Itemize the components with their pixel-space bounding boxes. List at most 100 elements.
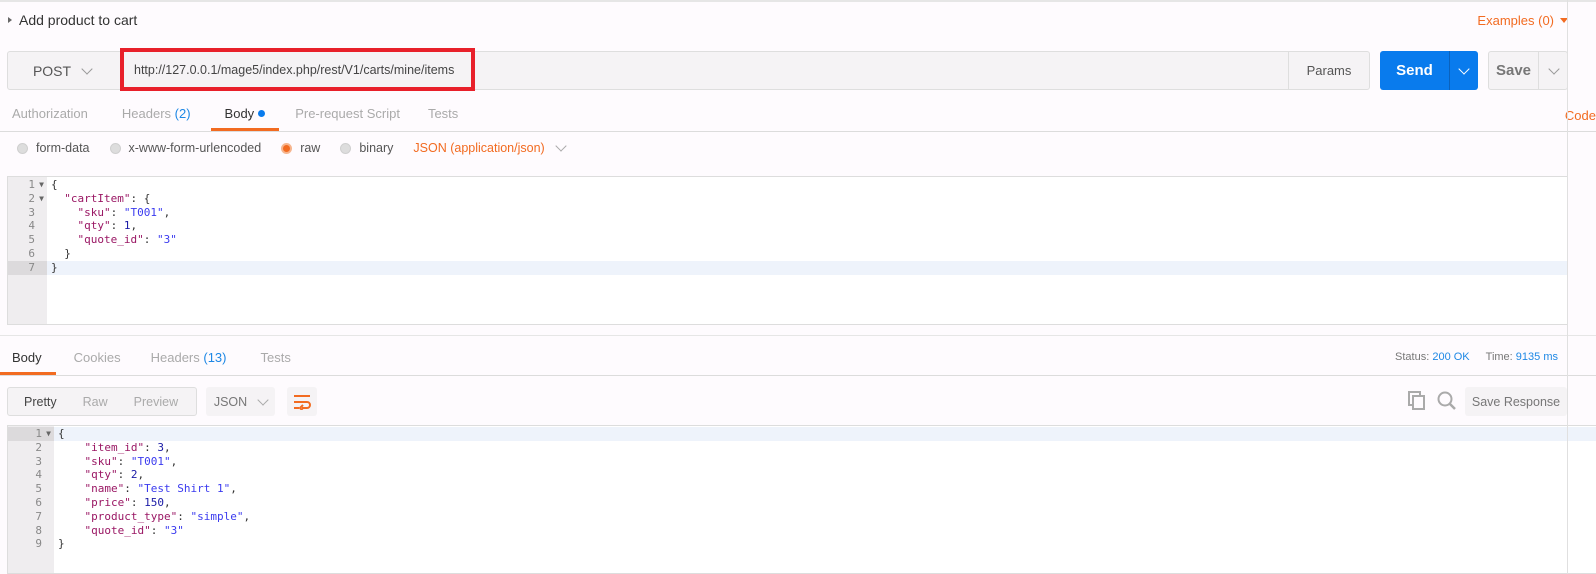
- json-punct: : {: [130, 191, 151, 205]
- json-number: 3: [157, 440, 164, 454]
- format-select[interactable]: JSON: [206, 387, 275, 416]
- tab-cookies[interactable]: Cookies: [56, 344, 135, 375]
- line-number: 1 ▼: [28, 178, 44, 192]
- code-lines: 1 ▼{2 "item_id": 3, 3 "sku": "T001", 4 "qty…: [8, 426, 1596, 551]
- save-response-button[interactable]: Save Response: [1465, 387, 1567, 416]
- json-punct: ,: [163, 495, 171, 509]
- tab-response-headers[interactable]: Headers (13): [135, 344, 241, 375]
- json-punct: [58, 524, 85, 537]
- content-type-select[interactable]: JSON (application/json): [413, 140, 567, 155]
- json-punct: ,: [230, 482, 237, 496]
- radio-label: form-data: [36, 141, 90, 155]
- time-value[interactable]: 9135 ms: [1516, 351, 1558, 363]
- request-body-editor[interactable]: 1 ▼{2 ▼ "cartItem": {3 "sku": "T001", 4 "qt…: [7, 176, 1568, 325]
- line-text: "price": 150,: [58, 496, 171, 510]
- radio-label: binary: [359, 141, 394, 155]
- tab-label: Headers: [150, 350, 200, 365]
- code-link[interactable]: Code: [1565, 108, 1596, 123]
- code-line: 8 "quote_id": "3": [8, 524, 1596, 538]
- time: Time: 9135 ms: [1486, 351, 1558, 363]
- line-number: 6: [35, 495, 42, 509]
- radio-circle: [109, 142, 121, 154]
- chevron-down-icon: [555, 140, 567, 152]
- code-line: 4 "qty": 2,: [8, 468, 1596, 482]
- json-key: "name": [84, 482, 125, 496]
- copy-button[interactable]: [1408, 391, 1426, 414]
- examples-dropdown[interactable]: Examples (0): [1477, 13, 1568, 28]
- code-line: 7}: [8, 260, 1567, 275]
- tab-label: Authorization: [12, 106, 88, 121]
- json-key: "item_id": [84, 440, 145, 454]
- json-key: "product_type": [84, 509, 178, 523]
- line-text: "quote_id": "3": [58, 524, 184, 538]
- json-punct: [58, 455, 85, 468]
- divider: [0, 375, 1596, 376]
- json-punct: {: [51, 178, 58, 191]
- response-body-viewer[interactable]: 1 ▼{2 "item_id": 3, 3 "sku": "T001", 4 "qty…: [7, 425, 1596, 574]
- json-number: 2: [130, 468, 138, 482]
- status-label: Status:: [1395, 351, 1430, 363]
- headers-count: (2): [174, 106, 191, 121]
- json-string: "T001": [130, 454, 171, 468]
- json-punct: }: [51, 260, 58, 274]
- tab-response-tests[interactable]: Tests: [241, 344, 305, 375]
- line-text: "sku": "T001",: [51, 205, 171, 220]
- headers-count: (13): [203, 350, 227, 365]
- tab-tests[interactable]: Tests: [416, 101, 474, 131]
- tab-pre-request-script[interactable]: Pre-request Script: [279, 101, 416, 131]
- radio-x-www-form-urlencoded[interactable]: x-www-form-urlencoded: [109, 141, 261, 155]
- tab-authorization[interactable]: Authorization: [0, 101, 104, 131]
- json-punct: :: [177, 509, 191, 523]
- search-button[interactable]: [1437, 391, 1457, 414]
- json-string: "simple": [190, 509, 244, 523]
- json-string: "T001": [123, 205, 164, 219]
- tab-body[interactable]: Body: [210, 101, 280, 131]
- json-punct: {: [58, 427, 65, 440]
- json-punct: [58, 441, 85, 454]
- send-button-group: Send: [1380, 51, 1478, 90]
- request-title[interactable]: Add product to cart: [8, 12, 137, 28]
- panel-edge: [1567, 0, 1568, 574]
- line-text: "name": "Test Shirt 1",: [58, 482, 237, 496]
- line-number: 5: [35, 482, 42, 496]
- radio-raw[interactable]: raw: [281, 141, 320, 155]
- fold-arrow-icon[interactable]: ▼: [46, 427, 51, 441]
- json-punct: :: [110, 205, 124, 219]
- send-options-button[interactable]: [1449, 51, 1478, 90]
- method-select[interactable]: POST: [8, 52, 116, 89]
- tab-label: Cookies: [73, 350, 121, 365]
- tab-response-body[interactable]: Body: [0, 344, 56, 375]
- save-button[interactable]: Save: [1489, 52, 1538, 89]
- url-input[interactable]: http://127.0.0.1/mage5/index.php/rest/V1…: [120, 48, 475, 91]
- code-line: 6 "price": 150,: [8, 496, 1596, 510]
- wrap-lines-button[interactable]: [287, 387, 317, 416]
- line-number: 4: [35, 468, 42, 482]
- line-text: {: [51, 178, 58, 192]
- send-button[interactable]: Send: [1380, 51, 1449, 90]
- json-key: "quote_id": [84, 523, 151, 537]
- save-button-group: Save: [1488, 51, 1568, 90]
- status-value[interactable]: 200 OK: [1432, 351, 1469, 363]
- fold-arrow-icon[interactable]: ▼: [39, 192, 44, 206]
- view-raw[interactable]: Raw: [70, 395, 121, 409]
- chevron-down-icon: [1547, 62, 1560, 75]
- wrap-icon: [294, 394, 311, 410]
- radio-form-data[interactable]: form-data: [17, 141, 90, 155]
- tab-label: Tests: [427, 106, 459, 121]
- json-punct: :: [144, 440, 158, 454]
- fold-arrow-icon[interactable]: ▼: [39, 178, 44, 192]
- json-key: "sku": [77, 205, 111, 219]
- json-key: "qty": [77, 219, 111, 233]
- view-preview[interactable]: Preview: [121, 395, 191, 409]
- json-key: "quote_id": [77, 233, 144, 247]
- save-options-button[interactable]: [1538, 52, 1568, 89]
- tab-headers[interactable]: Headers (2): [104, 101, 207, 131]
- params-button[interactable]: Params: [1288, 52, 1369, 89]
- radio-binary[interactable]: binary: [340, 141, 393, 155]
- json-punct: [51, 206, 78, 219]
- line-text: "cartItem": {: [51, 192, 150, 206]
- body-mode-radios: form-data x-www-form-urlencoded raw bina…: [17, 140, 567, 155]
- line-number: 2 ▼: [28, 191, 44, 206]
- line-number: 7: [8, 260, 47, 275]
- view-pretty[interactable]: Pretty: [8, 395, 70, 409]
